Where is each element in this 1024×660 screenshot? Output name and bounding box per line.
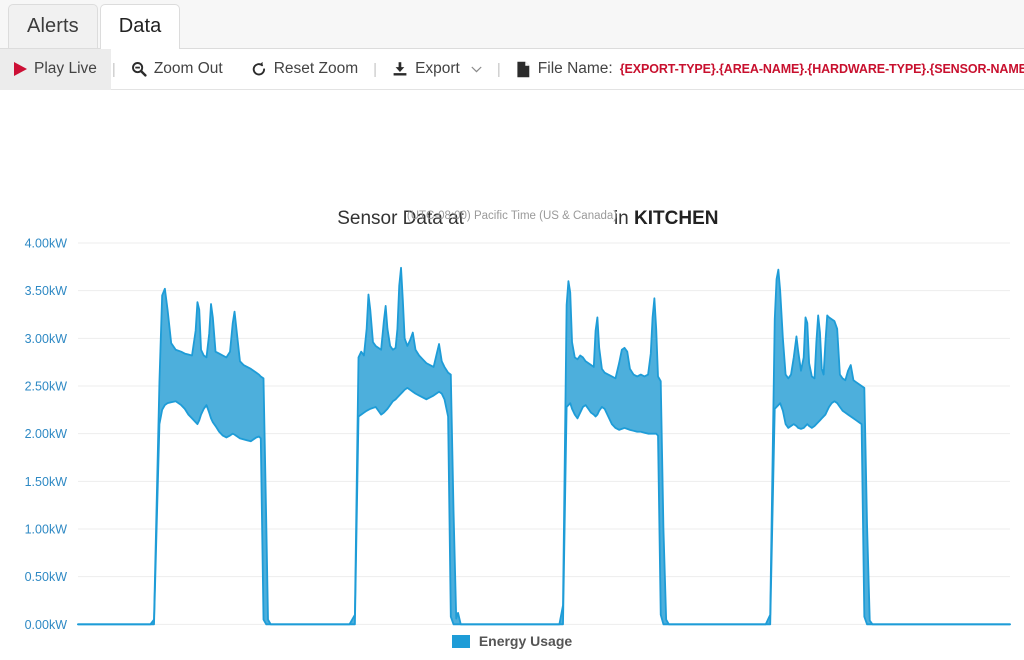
y-axis-tick-label: 2.50kW: [25, 380, 68, 394]
file-name-control[interactable]: File Name: {EXPORT-TYPE}.{AREA-NAME}.{HA…: [502, 49, 1024, 90]
play-live-label: Play Live: [34, 60, 97, 77]
y-axis-tick-label: 3.00kW: [25, 332, 68, 346]
reset-zoom-label: Reset Zoom: [273, 60, 359, 77]
energy-usage-band[interactable]: [78, 267, 1010, 625]
legend-swatch-energy-usage: [451, 634, 470, 648]
export-label: Export: [415, 60, 460, 77]
play-live-button[interactable]: Play Live: [0, 48, 111, 90]
file-name-label: File Name:: [537, 60, 613, 77]
chart-legend[interactable]: Energy Usage: [0, 633, 1024, 649]
download-tray-icon: [392, 61, 408, 77]
y-axis-tick-label: 0.00kW: [25, 618, 68, 632]
y-axis-tick-label: 0.50kW: [25, 570, 68, 584]
y-axis-tick-label: 4.00kW: [25, 237, 68, 251]
reset-zoom-button[interactable]: Reset Zoom: [237, 49, 372, 90]
rotate-ccw-icon: [251, 61, 267, 77]
tab-data-label: Data: [118, 15, 162, 37]
legend-label-energy-usage: Energy Usage: [478, 633, 573, 649]
tab-alerts[interactable]: Alerts: [8, 4, 98, 48]
chart-plot[interactable]: 4.00kW 3.50kW 3.00kW 2.50kW 2.00kW 1.50kW 1.00…: [0, 90, 1024, 659]
zoom-out-label: Zoom Out: [153, 60, 223, 77]
energy-usage-series[interactable]: [77, 266, 1011, 626]
sensor-data-page: Alerts Data Play Live | Zoom Out Reset Z…: [0, 0, 1024, 660]
file-icon: [516, 61, 531, 78]
zoom-out-button[interactable]: Zoom Out: [117, 49, 237, 90]
magnifier-minus-icon: [131, 61, 147, 77]
y-axis-tick-label: 2.00kW: [25, 427, 68, 441]
y-gridlines: [78, 242, 1010, 625]
chart-toolbar: Play Live | Zoom Out Reset Zoom | Export…: [0, 48, 1024, 90]
energy-usage-high-line: [77, 266, 1011, 626]
y-axis-tick-label: 1.50kW: [25, 475, 68, 489]
chevron-down-icon: [471, 63, 482, 75]
y-axis-tick-label: 1.00kW: [25, 523, 68, 537]
y-axis-labels: 4.00kW 3.50kW 3.00kW 2.50kW 2.00kW 1.50kW 1.00…: [25, 237, 68, 632]
file-name-template: {EXPORT-TYPE}.{AREA-NAME}.{HARDWARE-TYPE…: [619, 62, 1024, 76]
tab-bar: Alerts Data: [0, 0, 1024, 49]
tab-alerts-label: Alerts: [27, 15, 79, 37]
chart-container: Sensor Data at in KITCHEN (UTC-08:00) Pac…: [0, 90, 1024, 659]
tab-data[interactable]: Data: [99, 4, 181, 49]
y-axis-tick-label: 3.50kW: [25, 284, 68, 298]
export-button[interactable]: Export: [378, 49, 496, 90]
play-icon: [14, 62, 27, 76]
